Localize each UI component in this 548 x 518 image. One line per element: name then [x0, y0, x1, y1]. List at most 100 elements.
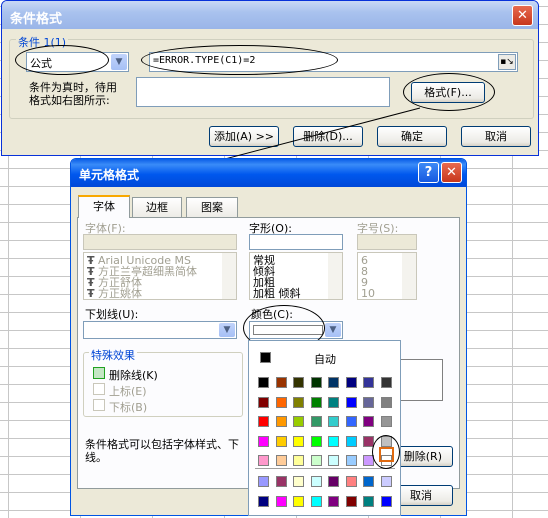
effects-title: 特殊效果: [89, 347, 137, 363]
color-swatch[interactable]: [258, 455, 269, 466]
color-swatch[interactable]: [258, 435, 269, 447]
color-swatch[interactable]: [328, 435, 339, 447]
conditional-format-dialog: 条件格式 ✕ 条件 1(1) 公式 ▼ =ERROR.TYPE(C1)=2 ▪↘…: [1, 0, 539, 156]
color-swatch[interactable]: [310, 377, 322, 388]
add-button[interactable]: 添加(A) >>: [209, 126, 279, 147]
help-button[interactable]: ?: [418, 162, 439, 183]
color-swatch[interactable]: [258, 377, 269, 388]
chevron-down-icon[interactable]: ▼: [325, 323, 341, 337]
color-swatch[interactable]: [310, 495, 322, 507]
close-button[interactable]: ✕: [512, 5, 533, 26]
style-input[interactable]: [249, 234, 343, 250]
cancel-button[interactable]: 取消: [461, 126, 531, 147]
color-swatch[interactable]: [275, 396, 287, 408]
font-input[interactable]: [83, 234, 237, 250]
color-swatch[interactable]: [380, 396, 392, 408]
tab-pattern[interactable]: 图案: [186, 197, 238, 218]
chevron-down-icon[interactable]: ▼: [111, 54, 127, 70]
color-swatch[interactable]: [275, 416, 287, 427]
scrollbar[interactable]: [402, 253, 416, 299]
color-swatch[interactable]: [275, 476, 287, 487]
color-swatch[interactable]: [328, 495, 339, 507]
color-swatch[interactable]: [328, 377, 339, 388]
auto-color-label[interactable]: 自动: [314, 351, 336, 367]
color-swatch[interactable]: [345, 495, 357, 507]
size-list[interactable]: 6 8 9 10: [357, 252, 417, 300]
truetype-icon: Ŧ: [87, 287, 95, 300]
color-swatch[interactable]: [345, 377, 357, 388]
color-swatch[interactable]: [293, 435, 304, 447]
subscript-checkbox[interactable]: [93, 399, 105, 411]
superscript-checkbox[interactable]: [93, 383, 105, 395]
color-swatch[interactable]: [258, 495, 269, 507]
color-swatch[interactable]: [345, 435, 357, 447]
underline-select[interactable]: ▼: [83, 321, 237, 339]
color-swatch[interactable]: [328, 416, 339, 427]
color-swatch[interactable]: [258, 416, 269, 427]
color-swatch[interactable]: [310, 435, 322, 447]
annotation-ellipse-type: [15, 45, 109, 75]
color-swatch[interactable]: [293, 396, 304, 408]
color-swatch[interactable]: [345, 476, 357, 487]
color-swatch[interactable]: [293, 377, 304, 388]
color-swatch[interactable]: [380, 416, 392, 427]
color-swatch[interactable]: [328, 455, 339, 466]
color-swatch[interactable]: [310, 455, 322, 466]
strikethrough-checkbox[interactable]: [93, 367, 105, 379]
color-swatch[interactable]: [310, 396, 322, 408]
tab-font[interactable]: 字体: [78, 195, 130, 218]
note-line2: 线。: [85, 451, 107, 464]
color-swatch[interactable]: [258, 476, 269, 487]
palette-divider: [255, 468, 395, 469]
delete-button[interactable]: 删除(D)...: [293, 126, 363, 147]
color-swatch[interactable]: [345, 396, 357, 408]
strikethrough-label: 删除线(K): [109, 369, 158, 382]
format-preview-box: [136, 77, 390, 107]
collapse-dialog-icon[interactable]: ▪↘: [498, 54, 516, 70]
color-swatch[interactable]: [363, 396, 374, 408]
list-item[interactable]: Ŧ 方正姚体: [87, 288, 233, 299]
color-swatch[interactable]: [293, 476, 304, 487]
scrollbar[interactable]: [222, 253, 236, 299]
tab-border[interactable]: 边框: [132, 197, 182, 218]
list-item[interactable]: 加粗 倾斜: [253, 288, 339, 299]
color-swatch[interactable]: [380, 377, 392, 388]
chevron-down-icon[interactable]: ▼: [219, 323, 235, 337]
color-swatch[interactable]: [258, 396, 269, 408]
color-swatch[interactable]: [275, 377, 287, 388]
color-swatch[interactable]: [345, 455, 357, 466]
preview-label-line2: 格式如右图所示:: [29, 94, 110, 107]
color-swatch[interactable]: [380, 495, 392, 507]
preview-box: [399, 359, 443, 401]
color-swatch[interactable]: [293, 495, 304, 507]
color-swatch[interactable]: [363, 377, 374, 388]
color-swatch[interactable]: [380, 476, 392, 487]
color-swatch[interactable]: [310, 416, 322, 427]
scrollbar[interactable]: [328, 253, 342, 299]
annotation-ellipse-formula: [141, 45, 338, 75]
color-swatch[interactable]: [293, 455, 304, 466]
size-input[interactable]: [357, 234, 417, 250]
color-swatch[interactable]: [275, 455, 287, 466]
color-swatch[interactable]: [345, 416, 357, 427]
color-swatch[interactable]: [293, 416, 304, 427]
close-button[interactable]: ✕: [441, 162, 462, 183]
ok-button[interactable]: 确定: [377, 126, 447, 147]
color-swatch[interactable]: [363, 416, 374, 427]
auto-color-swatch[interactable]: [260, 352, 271, 363]
color-swatch[interactable]: [310, 476, 322, 487]
dialog-title: 单元格格式: [71, 159, 466, 187]
color-swatch[interactable]: [363, 476, 374, 487]
font-list[interactable]: Ŧ Arial Unicode MS Ŧ 方正兰亭超细黑简体 Ŧ 方正舒体 Ŧ …: [83, 252, 237, 300]
color-swatch[interactable]: [275, 435, 287, 447]
dialog-title: 条件格式: [2, 1, 538, 29]
color-swatch[interactable]: [328, 396, 339, 408]
underline-label: 下划线(U):: [85, 308, 139, 321]
annotation-ellipse-format: [403, 73, 495, 111]
color-swatch[interactable]: [275, 495, 287, 507]
color-swatch[interactable]: [328, 476, 339, 487]
color-palette-popup: 自动: [248, 340, 401, 516]
style-list[interactable]: 常规 倾斜 加粗 加粗 倾斜: [249, 252, 343, 300]
color-swatch[interactable]: [363, 495, 374, 507]
note-line1: 条件格式可以包括字体样式、下: [85, 438, 239, 451]
